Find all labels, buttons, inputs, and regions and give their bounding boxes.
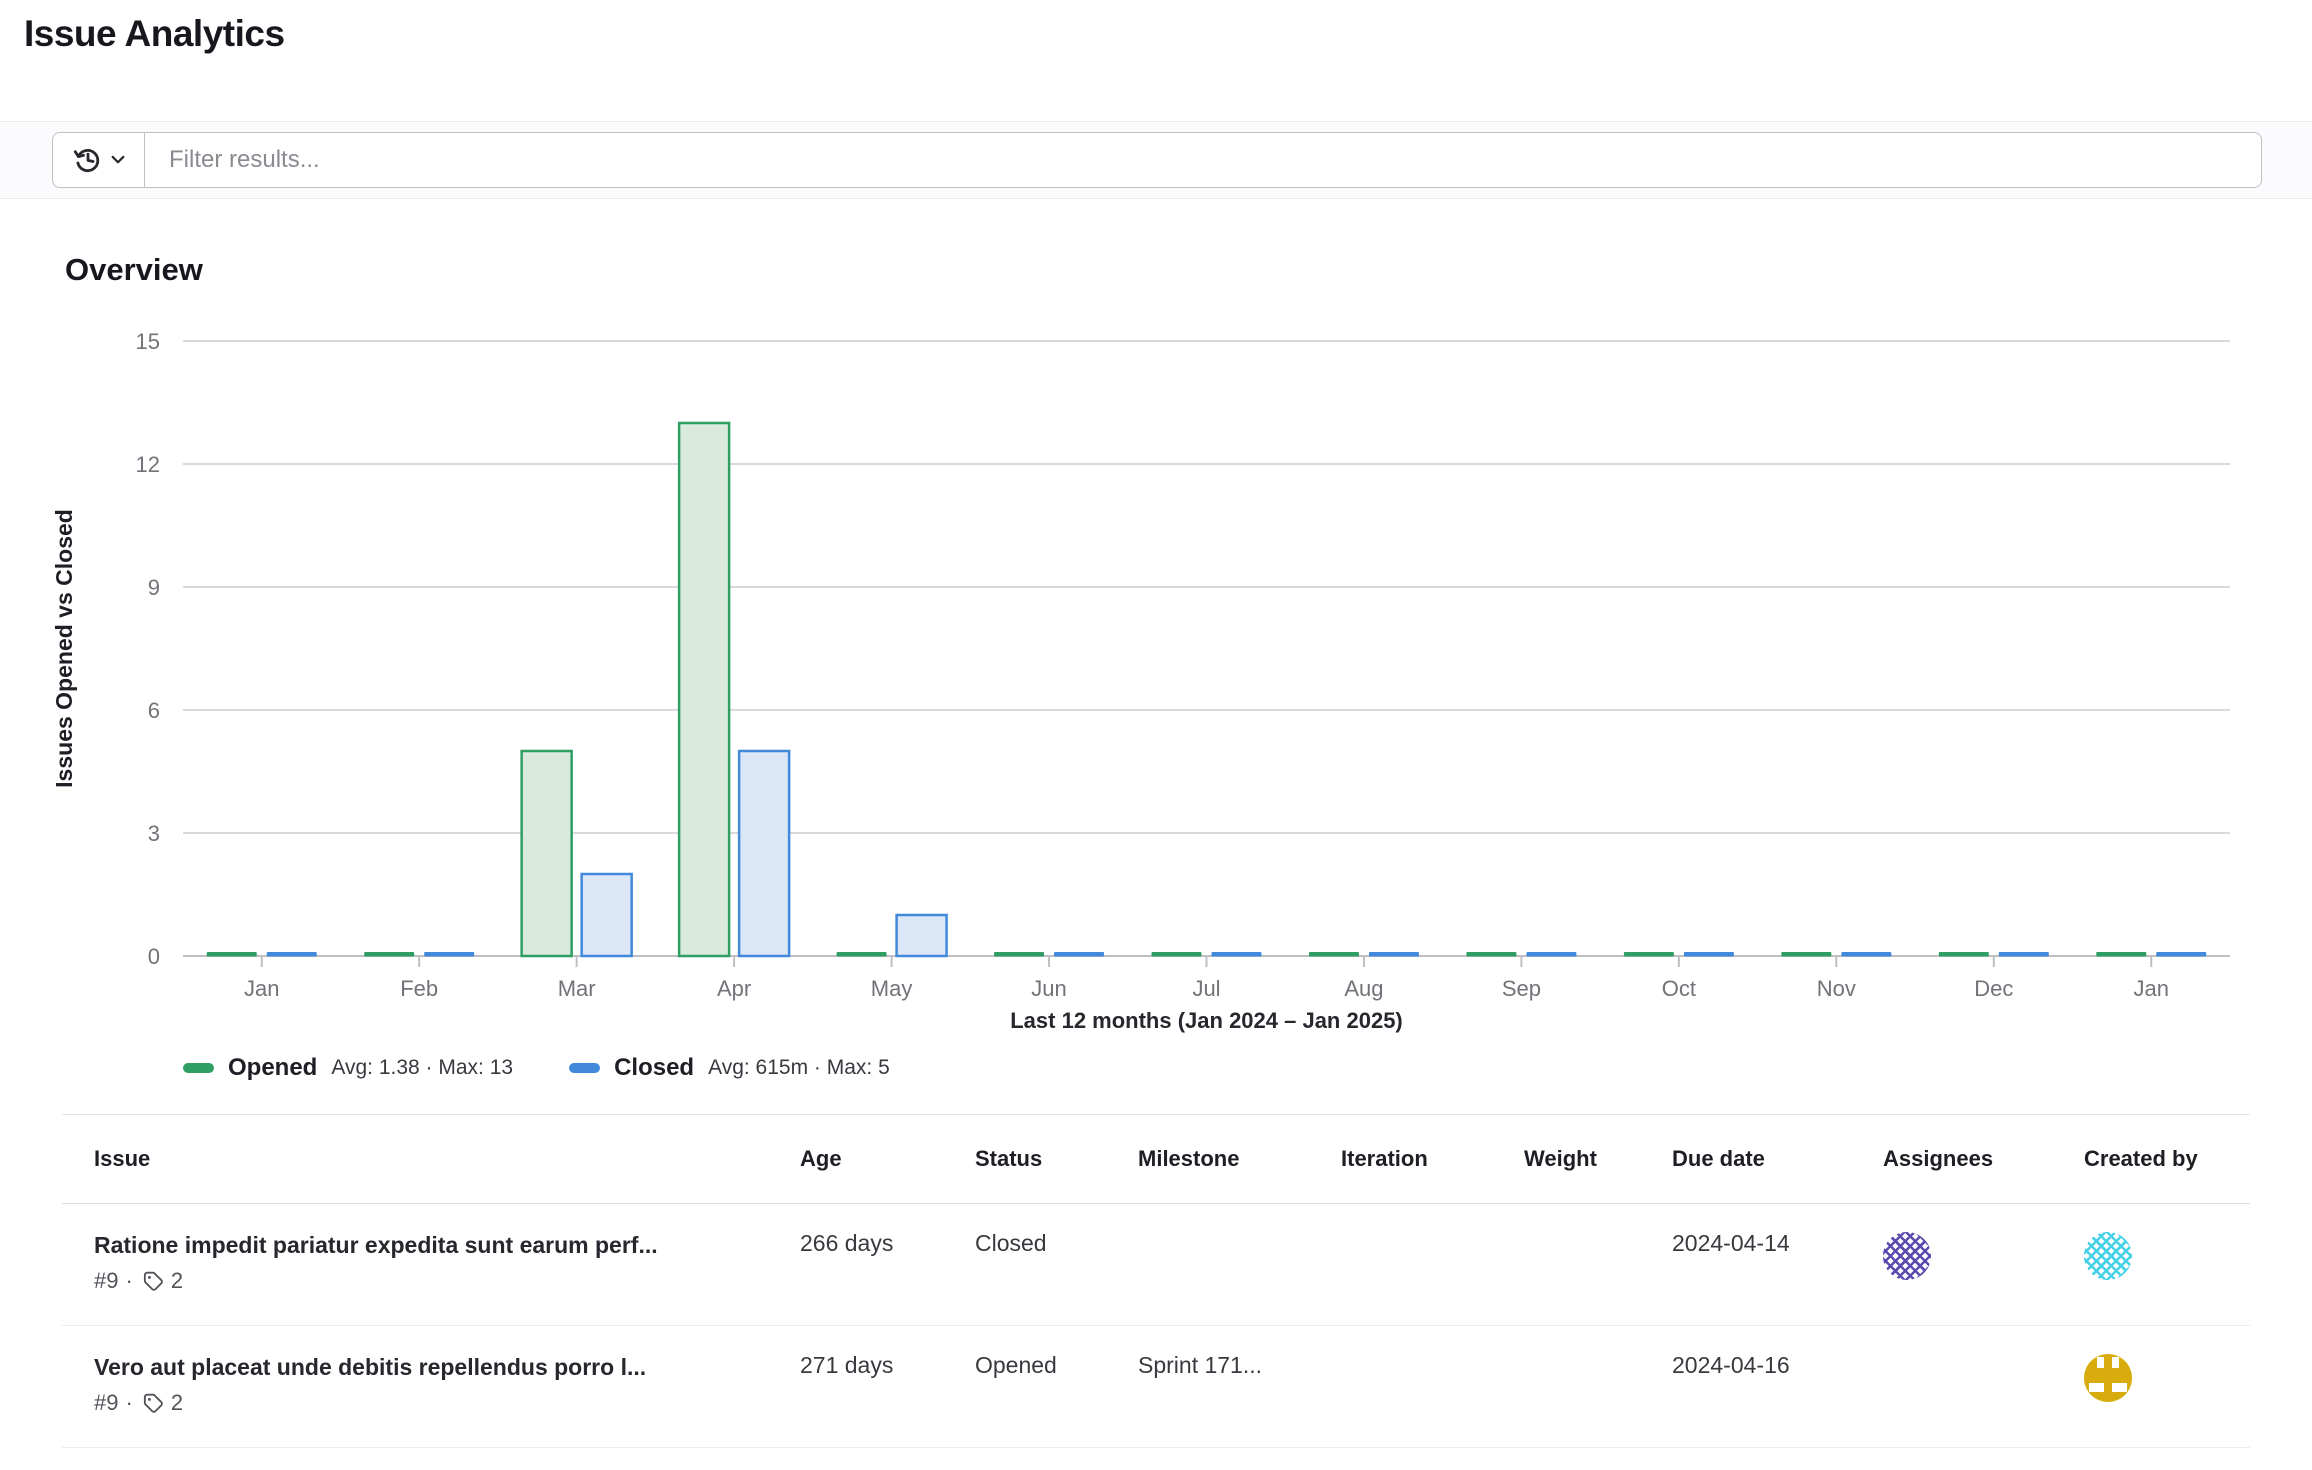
filter-bar: [0, 121, 2312, 199]
svg-text:Jun: Jun: [1031, 976, 1066, 1001]
label-icon: [140, 1393, 164, 1414]
filter-results-input[interactable]: [144, 132, 2262, 188]
svg-text:3: 3: [148, 821, 160, 846]
svg-text:Issues Opened vs Closed: Issues Opened vs Closed: [51, 509, 77, 788]
svg-text:Jul: Jul: [1192, 976, 1220, 1001]
column-header-weight: Weight: [1524, 1146, 1672, 1172]
table-row: Ratione impedit pariatur expedita sunt e…: [62, 1204, 2250, 1326]
svg-text:Feb: Feb: [400, 976, 438, 1001]
column-header-age: Age: [800, 1146, 975, 1172]
chevron-down-icon: [111, 155, 125, 165]
iteration-cell: [1341, 1230, 1524, 1325]
svg-text:Mar: Mar: [558, 976, 596, 1001]
legend-item-closed[interactable]: Closed Avg: 615m · Max: 5: [569, 1054, 890, 1082]
filter-history-button[interactable]: [52, 132, 145, 188]
created-by-cell: [2084, 1352, 2250, 1447]
assignees-cell: [1883, 1230, 2084, 1325]
issue-meta: #9 · 2: [94, 1268, 800, 1294]
legend-series-name: Opened: [228, 1054, 317, 1082]
svg-text:6: 6: [148, 698, 160, 723]
legend-swatch: [183, 1063, 214, 1073]
created-by-cell: [2084, 1230, 2250, 1325]
svg-text:9: 9: [148, 575, 160, 600]
table-body: Ratione impedit pariatur expedita sunt e…: [62, 1204, 2250, 1448]
labels-count: 2: [171, 1390, 183, 1416]
filter-group: [52, 132, 2262, 188]
svg-text:12: 12: [136, 452, 160, 477]
meta-separator: ·: [125, 1268, 132, 1294]
column-header-iteration: Iteration: [1341, 1146, 1524, 1172]
svg-text:Sep: Sep: [1502, 976, 1541, 1001]
column-header-status: Status: [975, 1146, 1138, 1172]
svg-text:Apr: Apr: [717, 976, 751, 1001]
status-cell: Closed: [975, 1230, 1138, 1325]
svg-text:Jan: Jan: [2134, 976, 2169, 1001]
svg-text:Oct: Oct: [1662, 976, 1696, 1001]
issue-reference: #9: [94, 1268, 118, 1294]
svg-text:Dec: Dec: [1974, 976, 2013, 1001]
due-date-cell: 2024-04-14: [1672, 1230, 1883, 1325]
bar-chart-canvas: 0 3 6 9 12 15 Issues Opened vs Closed Jan Feb Mar…: [0, 310, 2312, 1110]
issue-cell: Ratione impedit pariatur expedita sunt e…: [62, 1230, 800, 1325]
x-axis-title: Last 12 months (Jan 2024 – Jan 2025): [183, 1008, 2230, 1034]
label-icon: [140, 1271, 164, 1292]
assignees-cell: [1883, 1352, 2084, 1447]
milestone-cell: [1138, 1230, 1341, 1325]
svg-text:15: 15: [136, 329, 160, 354]
legend-series-stats: Avg: 1.38 · Max: 13: [331, 1056, 513, 1080]
svg-text:Nov: Nov: [1817, 976, 1856, 1001]
status-cell: Opened: [975, 1352, 1138, 1447]
column-header-milestone: Milestone: [1138, 1146, 1341, 1172]
column-header-due-date: Due date: [1672, 1146, 1883, 1172]
creator-avatar[interactable]: [2084, 1354, 2132, 1402]
issue-reference: #9: [94, 1390, 118, 1416]
issue-link[interactable]: Vero aut placeat unde debitis repellendu…: [94, 1352, 800, 1382]
legend-series-stats: Avg: 615m · Max: 5: [708, 1056, 890, 1080]
column-header-assignees: Assignees: [1883, 1146, 2084, 1172]
issues-table: Issue Age Status Milestone Iteration Wei…: [62, 1114, 2250, 1448]
legend-item-opened[interactable]: Opened Avg: 1.38 · Max: 13: [183, 1054, 513, 1082]
table-header-row: Issue Age Status Milestone Iteration Wei…: [62, 1114, 2250, 1204]
due-date-cell: 2024-04-16: [1672, 1352, 1883, 1447]
assignee-avatar[interactable]: [1883, 1232, 1931, 1280]
issue-meta: #9 · 2: [94, 1390, 800, 1416]
legend-swatch: [569, 1063, 600, 1073]
svg-text:Jan: Jan: [244, 976, 279, 1001]
svg-text:Aug: Aug: [1344, 976, 1383, 1001]
meta-separator: ·: [125, 1390, 132, 1416]
age-cell: 266 days: [800, 1230, 975, 1325]
column-header-issue: Issue: [62, 1146, 800, 1172]
issue-link[interactable]: Ratione impedit pariatur expedita sunt e…: [94, 1230, 800, 1260]
svg-text:0: 0: [148, 944, 160, 969]
issues-opened-vs-closed-chart: 0 3 6 9 12 15 Issues Opened vs Closed Jan Feb Mar…: [0, 310, 2312, 1110]
creator-avatar[interactable]: [2084, 1232, 2132, 1280]
legend-series-name: Closed: [614, 1054, 694, 1082]
overview-heading: Overview: [65, 252, 2312, 288]
weight-cell: [1524, 1230, 1672, 1325]
labels-count: 2: [171, 1268, 183, 1294]
page-title: Issue Analytics: [24, 12, 2312, 56]
chart-legend: Opened Avg: 1.38 · Max: 13 Closed Avg: 615m…: [183, 1054, 890, 1082]
history-icon: [73, 145, 103, 175]
iteration-cell: [1341, 1352, 1524, 1447]
milestone-cell: Sprint 171...: [1138, 1352, 1341, 1447]
table-row: Vero aut placeat unde debitis repellendu…: [62, 1326, 2250, 1448]
age-cell: 271 days: [800, 1352, 975, 1447]
issue-cell: Vero aut placeat unde debitis repellendu…: [62, 1352, 800, 1447]
svg-text:May: May: [871, 976, 913, 1001]
weight-cell: [1524, 1352, 1672, 1447]
column-header-created-by: Created by: [2084, 1146, 2250, 1172]
